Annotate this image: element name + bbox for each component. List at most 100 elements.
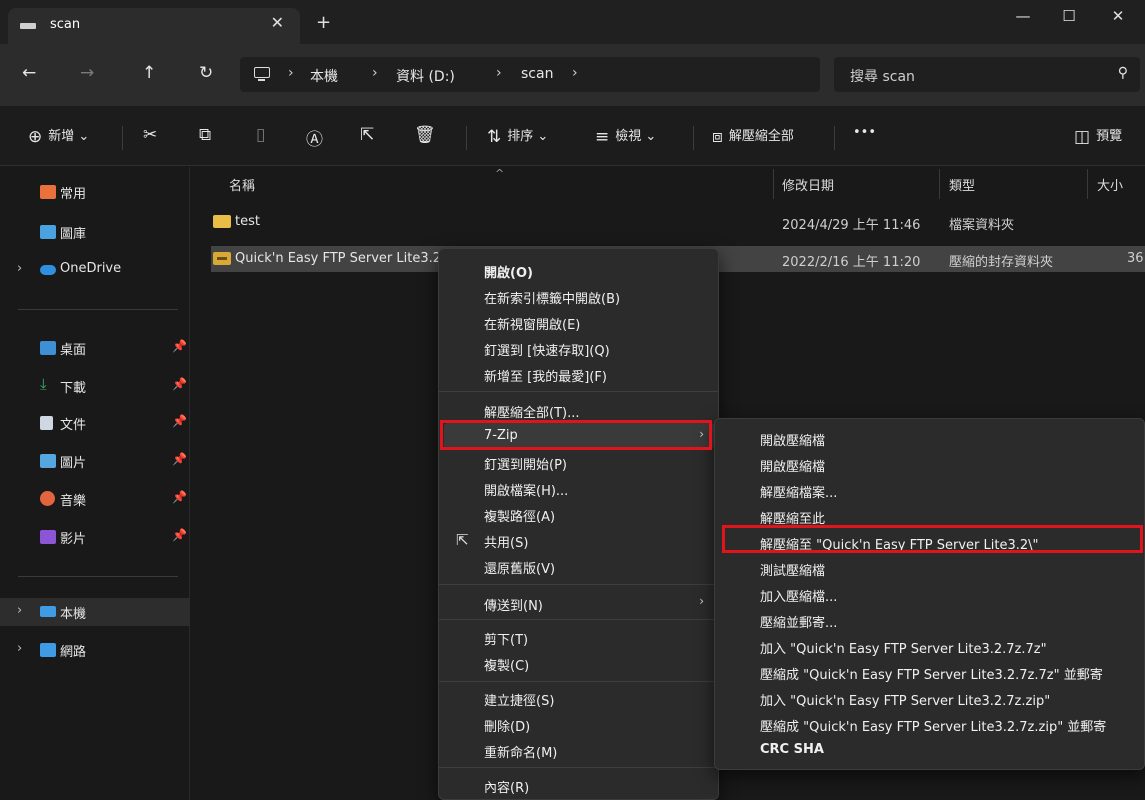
menu-item-open-new-window[interactable]: 在新視窗開啟(E) [444,309,714,335]
sidebar-item-home[interactable]: 常用 [0,178,190,206]
menu-item-rename[interactable]: 重新命名(M) [444,737,714,763]
menu-divider [439,391,718,392]
search-icon: ⚲ [1117,65,1128,81]
sidebar-item-desktop[interactable]: 桌面 📌 [0,334,190,362]
sort-button[interactable]: ⇅ 排序 ⌄ [487,125,548,147]
pin-icon[interactable]: 📌 [172,414,187,428]
tab-title: scan [50,17,81,32]
submenu-item-label: 解壓縮檔案... [760,486,838,501]
view-label: 檢視 [615,129,642,144]
column-header-type[interactable]: 類型 [949,175,975,194]
menu-item-pin-quick-access[interactable]: 釘選到 [快速存取](Q) [444,335,714,361]
column-header-date[interactable]: 修改日期 [782,175,834,194]
column-header-size[interactable]: 大小 [1097,175,1123,194]
search-input[interactable]: 搜尋 scan [850,66,915,86]
submenu-item-compress-zip-email[interactable]: 壓縮成 "Quick'n Easy FTP Server Lite3.2.7z.… [720,711,1140,737]
column-divider[interactable] [773,169,774,199]
submenu-item-add-zip[interactable]: 加入 "Quick'n Easy FTP Server Lite3.2.7z.z… [720,685,1140,711]
menu-item-restore-versions[interactable]: 還原舊版(V) [444,553,714,579]
address-bar[interactable]: › 本機 › 資料 (D:) › scan › [240,57,820,92]
breadcrumb-drive-d[interactable]: 資料 (D:) [396,66,455,86]
refresh-button[interactable]: ↻ [199,63,213,83]
divider [834,126,835,150]
copy-button[interactable]: ⧉ [199,125,217,145]
preview-button[interactable]: ◫ 預覽 [1074,125,1122,147]
breadcrumb-separator: › [288,65,294,81]
rename-button[interactable]: Ⓐ [306,125,329,150]
submenu-item-compress-email[interactable]: 壓縮並郵寄... [720,607,1140,633]
column-divider[interactable] [1087,169,1088,199]
menu-item-properties[interactable]: 內容(R) [444,772,714,798]
sidebar-item-this-pc[interactable]: › 本機 [0,598,190,626]
sidebar-item-pictures[interactable]: 圖片 📌 [0,447,190,475]
column-header-name[interactable]: 名稱 [229,175,255,194]
sidebar-item-network[interactable]: › 網路 [0,636,190,664]
submenu-item-crc-sha[interactable]: CRC SHA [720,737,1140,763]
divider [122,126,123,150]
menu-item-copy[interactable]: 複製(C) [444,650,714,676]
breadcrumb-scan[interactable]: scan [521,66,553,82]
sidebar-item-downloads[interactable]: ⤓ 下載 📌 [0,372,190,400]
forward-button[interactable]: → [80,63,94,83]
menu-item-label: 傳送到(N) [484,599,543,614]
menu-item-open-new-tab[interactable]: 在新索引標籤中開啟(B) [444,283,714,309]
file-row-test[interactable]: test 2024/4/29 上午 11:46 檔案資料夾 [211,209,1145,235]
submenu-item-add-7z[interactable]: 加入 "Quick'n Easy FTP Server Lite3.2.7z.7… [720,633,1140,659]
menu-item-delete[interactable]: 刪除(D) [444,711,714,737]
sidebar-item-onedrive[interactable]: › OneDrive [0,256,190,284]
menu-item-add-favorites[interactable]: 新增至 [我的最愛](F) [444,361,714,387]
chevron-right-icon[interactable]: › [17,603,22,618]
paste-icon: ▯ [256,125,266,145]
cut-button[interactable]: ✂ [143,125,163,145]
menu-item-create-shortcut[interactable]: 建立捷徑(S) [444,685,714,711]
submenu-item-open-archive-2[interactable]: 開啟壓縮檔 [720,451,1140,477]
column-divider[interactable] [939,169,940,199]
maximize-button[interactable]: ☐ [1046,2,1092,34]
paste-button[interactable]: ▯ [256,125,271,145]
menu-item-open-file[interactable]: 開啟檔案(H)... [444,475,714,501]
delete-button[interactable]: 🗑 [414,125,442,145]
menu-item-open[interactable]: 開啟(O) [444,257,714,283]
menu-item-share[interactable]: ⇱ 共用(S) [444,527,714,553]
submenu-item-open-archive[interactable]: 開啟壓縮檔 [720,425,1140,451]
breadcrumb-separator: › [496,65,502,81]
extract-all-button[interactable]: ⧈ 解壓縮全部 [712,125,794,147]
minimize-button[interactable]: — [1000,2,1046,34]
tab-scan[interactable]: scan ✕ [8,8,300,44]
chevron-right-icon[interactable]: › [17,261,22,276]
new-tab-button[interactable]: + [316,12,331,33]
submenu-item-compress-7z-email[interactable]: 壓縮成 "Quick'n Easy FTP Server Lite3.2.7z.… [720,659,1140,685]
share-button[interactable]: ⇱ [360,125,380,145]
view-button[interactable]: ≡ 檢視 ⌄ [595,125,656,147]
pin-icon[interactable]: 📌 [172,339,187,353]
pin-icon[interactable]: 📌 [172,452,187,466]
pin-icon[interactable]: 📌 [172,528,187,542]
sidebar-item-label: 圖庫 [60,227,87,242]
menu-item-copy-path[interactable]: 複製路徑(A) [444,501,714,527]
chevron-right-icon[interactable]: › [17,641,22,656]
tab-close-button[interactable]: ✕ [271,13,284,32]
sidebar-item-videos[interactable]: 影片 📌 [0,523,190,551]
download-icon: ⤓ [40,375,47,393]
close-window-button[interactable]: ✕ [1095,2,1141,34]
search-box[interactable]: 搜尋 scan ⚲ [834,57,1140,92]
pin-icon[interactable]: 📌 [172,490,187,504]
submenu-item-add-to-archive[interactable]: 加入壓縮檔... [720,581,1140,607]
more-button[interactable]: ••• [853,125,876,140]
submenu-item-test-archive[interactable]: 測試壓縮檔 [720,555,1140,581]
breadcrumb-separator: › [372,65,378,81]
pin-icon[interactable]: 📌 [172,377,187,391]
up-button[interactable]: ↑ [142,63,156,83]
menu-item-send-to[interactable]: 傳送到(N) › [444,590,714,616]
menu-item-pin-start[interactable]: 釘選到開始(P) [444,449,714,475]
sidebar-item-documents[interactable]: 文件 📌 [0,409,190,437]
breadcrumb-this-pc[interactable]: 本機 [310,66,338,86]
submenu-item-extract-files[interactable]: 解壓縮檔案... [720,477,1140,503]
sidebar-item-music[interactable]: 音樂 📌 [0,485,190,513]
sidebar-item-gallery[interactable]: 圖庫 [0,218,190,246]
back-button[interactable]: ← [22,63,36,83]
sidebar-item-label: 音樂 [60,494,87,509]
sidebar-item-label: 圖片 [60,456,87,471]
menu-item-cut[interactable]: 剪下(T) [444,624,714,650]
new-button[interactable]: ⊕ 新增 ⌄ [28,125,89,147]
